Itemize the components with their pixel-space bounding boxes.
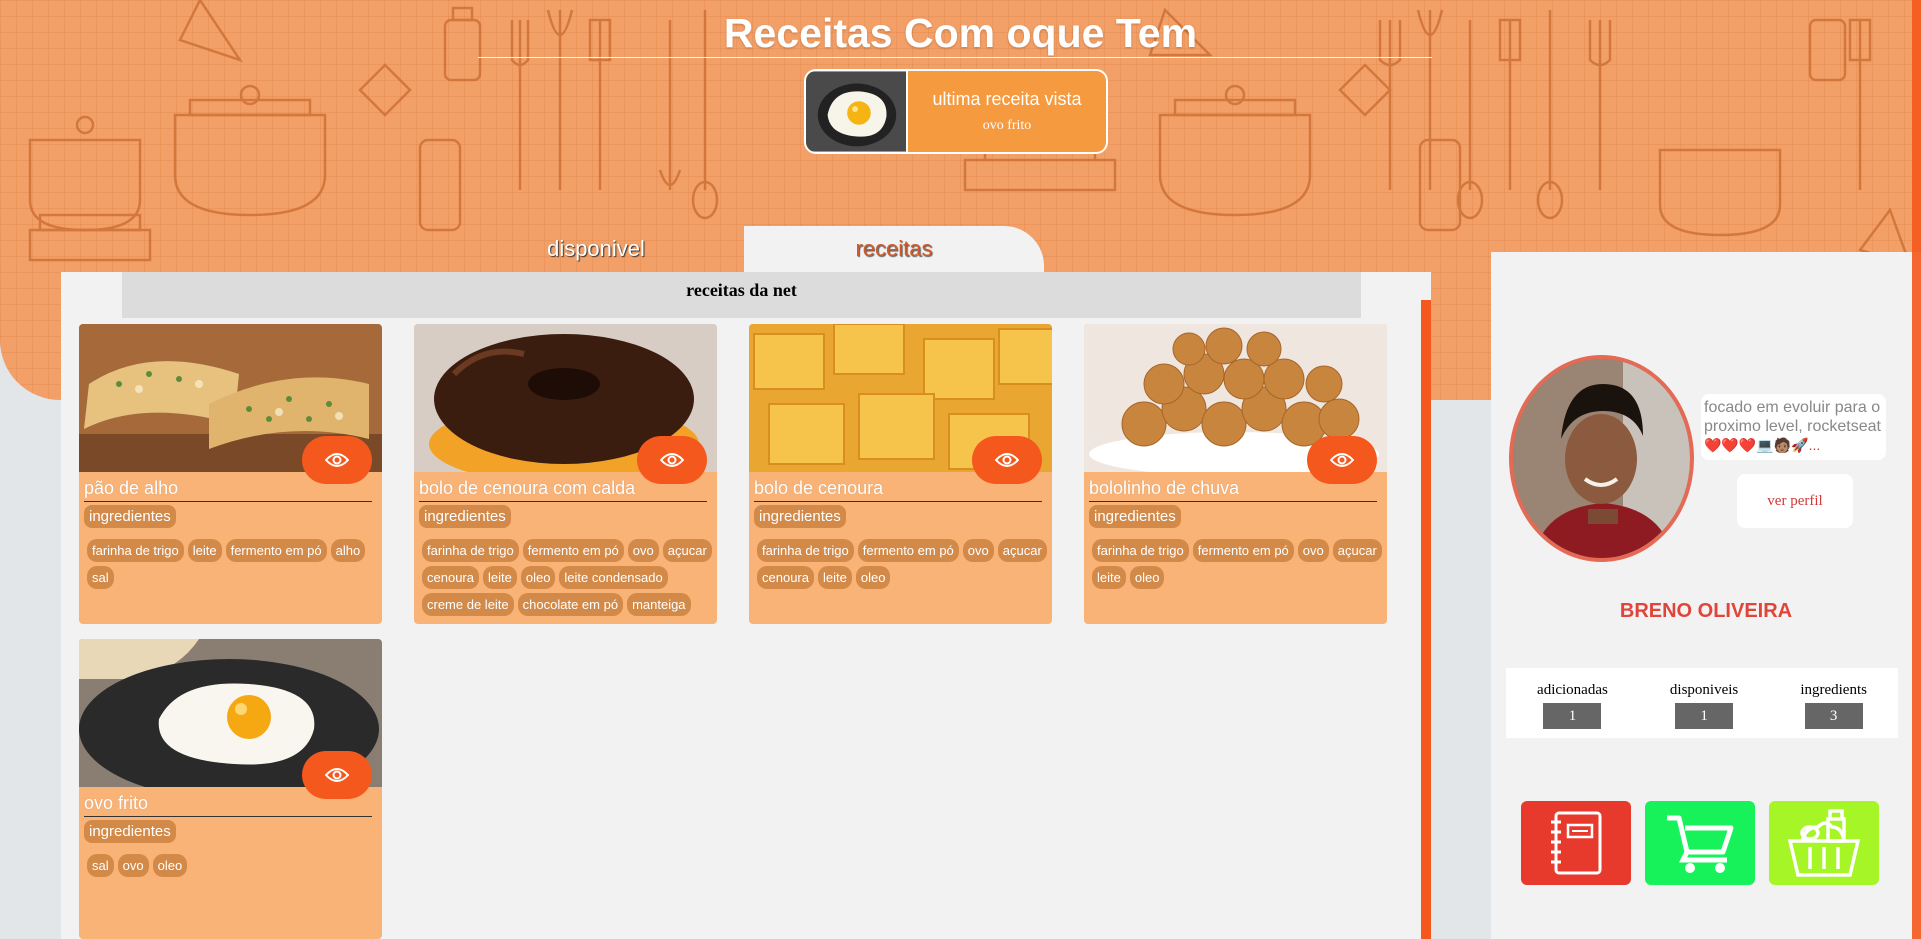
stat-value: 1 xyxy=(1543,703,1602,729)
panel-accent-bar xyxy=(1421,300,1431,939)
stat-value: 1 xyxy=(1675,703,1734,729)
view-profile-button[interactable]: ver perfil xyxy=(1737,474,1853,528)
recipe-title: ovo frito xyxy=(84,793,372,817)
page-title: Receitas Com oque Tem xyxy=(723,10,1198,56)
ingredient-chip: açucar xyxy=(997,539,1047,562)
avatar[interactable] xyxy=(1509,355,1694,562)
ingredient-chip: ovo xyxy=(1297,539,1329,562)
ingredient-chip: creme de leite xyxy=(422,593,514,616)
stat-disponiveis: disponiveis 1 xyxy=(1670,682,1738,738)
last-viewed-recipe-name: ovo frito xyxy=(982,118,1032,133)
ingredient-chip: sal xyxy=(87,566,114,589)
ingredient-list: sal ovo oleo xyxy=(87,854,377,877)
ingredient-chip: açucar xyxy=(1332,539,1382,562)
ingredient-chip: alho xyxy=(330,539,366,562)
ingredient-chip: leite xyxy=(817,566,852,589)
ingredient-chip: manteiga xyxy=(627,593,691,616)
eye-icon xyxy=(325,768,349,782)
eye-icon xyxy=(325,453,349,467)
ingredient-chip: fermento em pó xyxy=(522,539,624,562)
stat-label: disponiveis xyxy=(1669,682,1739,698)
shopping-cart-icon xyxy=(1667,815,1734,873)
ingredient-chip: oleo xyxy=(855,566,891,589)
view-recipe-button[interactable] xyxy=(972,436,1042,484)
eye-icon xyxy=(995,453,1019,467)
eye-icon xyxy=(660,453,684,467)
recipe-title: bolo de cenoura xyxy=(754,478,1042,502)
stat-adicionadas: adicionadas 1 xyxy=(1537,682,1608,738)
ingredient-chip: ovo xyxy=(962,539,994,562)
user-name: BRENO OLIVEIRA xyxy=(1619,600,1793,622)
notebook-icon xyxy=(1551,811,1602,875)
ingredient-chip: farinha de trigo xyxy=(422,539,519,562)
ingredient-chip: sal xyxy=(87,854,114,877)
ingredient-chip: leite xyxy=(187,539,222,562)
ingredient-chip: oleo xyxy=(1129,566,1165,589)
recipe-book-button[interactable] xyxy=(1521,801,1631,885)
fried-egg-thumbnail xyxy=(806,71,908,152)
grocery-basket-icon xyxy=(1787,809,1861,877)
last-viewed-recipe-card[interactable]: ultima receita vista ovo frito xyxy=(804,69,1108,154)
stat-label: ingredients xyxy=(1800,682,1867,698)
stat-label: adicionadas xyxy=(1537,682,1608,698)
ingredient-chip: farinha de trigo xyxy=(1092,539,1189,562)
profile-photo xyxy=(1513,359,1690,558)
ingredients-label: ingredientes xyxy=(84,505,176,528)
ingredient-list: farinha de trigo fermento em pó ovo açuc… xyxy=(757,539,1047,589)
title-divider xyxy=(478,57,1432,58)
view-recipe-button[interactable] xyxy=(637,436,707,484)
ingredient-chip: fermento em pó xyxy=(857,539,959,562)
ingredient-list: farinha de trigo fermento em pó ovo açuc… xyxy=(422,539,712,616)
ingredient-chip: fermento em pó xyxy=(225,539,327,562)
ingredient-chip: cenoura xyxy=(422,566,479,589)
ingredient-list: farinha de trigo leite fermento em pó al… xyxy=(87,539,377,589)
tab-receitas[interactable]: receitas xyxy=(744,226,1044,272)
ingredient-chip: farinha de trigo xyxy=(87,539,184,562)
ingredient-chip: ovo xyxy=(117,854,149,877)
ingredient-list: farinha de trigo fermento em pó ovo açuc… xyxy=(1092,539,1382,589)
profile-panel: focado em evoluir para o proximo level, … xyxy=(1491,252,1921,939)
last-viewed-label: ultima receita vista xyxy=(932,89,1082,109)
ingredient-chip: farinha de trigo xyxy=(757,539,854,562)
ingredient-chip: oleo xyxy=(520,566,556,589)
shopping-cart-button[interactable] xyxy=(1645,801,1755,885)
ingredient-chip: leite condensado xyxy=(559,566,668,589)
stat-ingredients: ingredients 3 xyxy=(1800,682,1867,738)
ingredient-chip: fermento em pó xyxy=(1192,539,1294,562)
ingredients-label: ingredientes xyxy=(84,820,176,843)
grocery-basket-button[interactable] xyxy=(1769,801,1879,885)
view-recipe-button[interactable] xyxy=(302,751,372,799)
recipe-card-bolo-de-cenoura: bolo de cenoura ingredientes farinha de … xyxy=(749,324,1052,624)
view-recipe-button[interactable] xyxy=(1307,436,1377,484)
recipe-card-bolo-de-cenoura-com-calda: bolo de cenoura com calda ingredientes f… xyxy=(414,324,717,624)
ingredient-chip: cenoura xyxy=(757,566,814,589)
profile-stats: adicionadas 1 disponiveis 1 ingredients … xyxy=(1506,668,1898,738)
eye-icon xyxy=(1330,453,1354,467)
ingredients-label: ingredientes xyxy=(754,505,846,528)
recipe-card-bololinho-de-chuva: bololinho de chuva ingredientes farinha … xyxy=(1084,324,1387,624)
tab-disponivel[interactable]: disponivel xyxy=(446,226,746,272)
section-title: receitas da net xyxy=(122,272,1361,318)
ingredient-chip: oleo xyxy=(152,854,188,877)
stat-value: 3 xyxy=(1804,703,1863,729)
recipe-title: bololinho de chuva xyxy=(1089,478,1377,502)
ingredient-chip: leite xyxy=(482,566,517,589)
recipe-card-pao-de-alho: pão de alho ingredientes farinha de trig… xyxy=(79,324,382,624)
ingredient-chip: açucar xyxy=(662,539,712,562)
bio-text: focado em evoluir para o proximo level, … xyxy=(1704,399,1881,435)
profile-bio: focado em evoluir para o proximo level, … xyxy=(1701,394,1886,460)
recipe-title: bolo de cenoura com calda xyxy=(419,478,707,502)
ingredient-chip: chocolate em pó xyxy=(517,593,624,616)
ingredient-chip: leite xyxy=(1092,566,1126,589)
recipe-card-ovo-frito: ovo frito ingredientes sal ovo oleo xyxy=(79,639,382,939)
ingredients-label: ingredientes xyxy=(419,505,511,528)
recipes-panel: receitas da net pão de alho ingredientes… xyxy=(61,272,1431,939)
ingredients-label: ingredientes xyxy=(1089,505,1181,528)
view-recipe-button[interactable] xyxy=(302,436,372,484)
ingredient-chip: ovo xyxy=(627,539,659,562)
right-edge-accent xyxy=(1912,0,1921,939)
recipe-title: pão de alho xyxy=(84,478,372,502)
bio-emoji: ❤️❤️❤️💻🧑🏽🚀... xyxy=(1704,437,1821,453)
